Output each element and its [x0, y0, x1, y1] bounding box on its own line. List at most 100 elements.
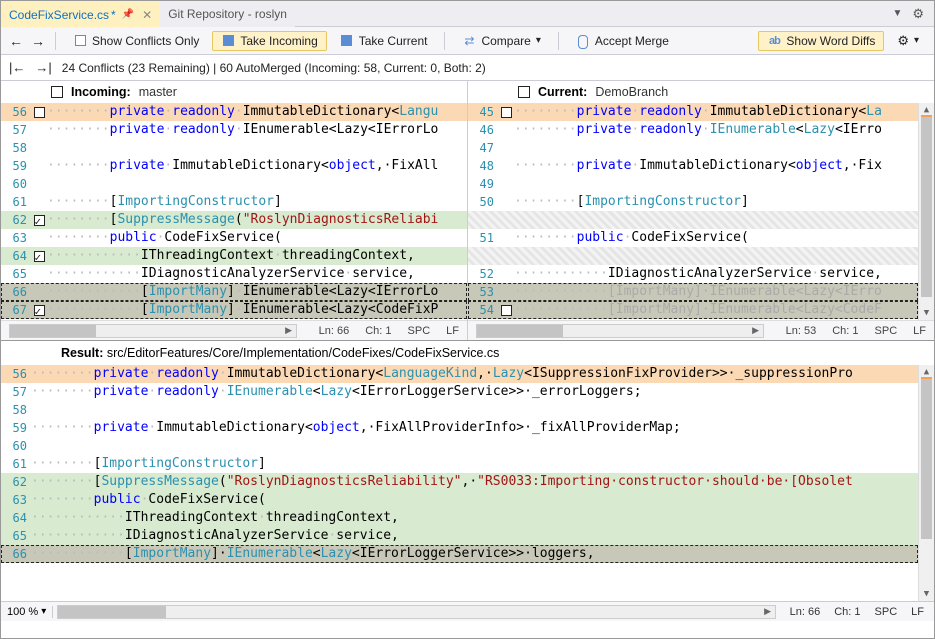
code-line[interactable]: 47 [468, 139, 918, 157]
pin-icon[interactable]: 📌 [122, 9, 134, 20]
line-checkbox[interactable] [34, 305, 45, 316]
code-text: ············IDiagnosticAnalyzerService·s… [514, 265, 918, 283]
line-number: 65 [1, 527, 31, 545]
code-line[interactable]: 61········[ImportingConstructor] [1, 455, 918, 473]
first-conflict-button[interactable]: |← [9, 60, 25, 75]
line-checkbox[interactable] [501, 305, 512, 316]
show-word-diffs-button[interactable]: ab Show Word Diffs [758, 31, 884, 51]
current-header: Current: DemoBranch [468, 81, 934, 103]
code-text: ············IDiagnosticAnalyzerService·s… [31, 527, 918, 545]
line-number: 66 [1, 545, 31, 563]
accept-merge-button[interactable]: Accept Merge [567, 31, 678, 51]
nav-back-button[interactable]: ← [7, 33, 25, 49]
code-line[interactable]: 59 ········private·ImmutableDictionary<ob… [1, 157, 467, 175]
show-conflicts-button[interactable]: Show Conflicts Only [64, 31, 208, 51]
code-line[interactable]: 66 ············[ImportMany]·IEnumerable<L… [1, 283, 467, 301]
nav-forward-button[interactable]: → [29, 33, 47, 49]
code-line[interactable]: 67············[ImportMany]·IEnumerable<L… [1, 301, 467, 319]
code-line[interactable]: 46········private·readonly·IEnumerable<L… [468, 121, 918, 139]
conflicts-icon [73, 34, 87, 48]
v-scrollbar[interactable]: ▲ ▼ [918, 103, 934, 320]
line-number: 57 [1, 383, 31, 401]
incoming-code[interactable]: 56········private·readonly·ImmutableDict… [1, 103, 467, 320]
code-line[interactable]: 62········[SuppressMessage("RoslynDiagno… [1, 473, 918, 491]
code-text: ············[ImportMany]·IEnumerable<Laz… [47, 283, 467, 301]
code-line[interactable]: 50········[ImportingConstructor] [468, 193, 918, 211]
code-line[interactable]: 65············IDiagnosticAnalyzerService… [1, 265, 467, 283]
line-number: 60 [1, 175, 31, 193]
code-line[interactable]: 64············IThreadingContext·threadin… [1, 247, 467, 265]
code-line[interactable]: 54············[ImportMany]·IEnumerable<L… [468, 301, 918, 319]
h-scrollbar[interactable]: ◀▶ [476, 324, 764, 338]
code-text: ········private·readonly·ImmutableDictio… [514, 103, 918, 121]
close-icon[interactable]: ✕ [142, 8, 152, 22]
gear-icon[interactable]: ⚙ [912, 6, 924, 22]
line-checkbox[interactable] [34, 251, 45, 262]
result-code[interactable]: 56········private·readonly·ImmutableDict… [1, 365, 934, 601]
code-line[interactable]: 64············IThreadingContext·threadin… [1, 509, 918, 527]
tab-modified-indicator: * [111, 8, 116, 22]
code-line[interactable]: 45 ········private·readonly·ImmutableDict… [468, 103, 918, 121]
h-scrollbar[interactable]: ◀▶ [9, 324, 297, 338]
line-checkbox-col [31, 305, 47, 316]
line-number: 66 [1, 283, 31, 301]
code-line[interactable]: 57········private·readonly·IEnumerable<L… [1, 383, 918, 401]
tab-git-repo[interactable]: Git Repository - roslyn [160, 1, 295, 27]
tab-codefix[interactable]: CodeFixService.cs* 📌 ✕ [1, 1, 160, 27]
line-number: 58 [1, 139, 31, 157]
v-scrollbar[interactable]: ▲ ▼ [918, 365, 934, 601]
line-number: 53 [468, 283, 498, 301]
code-line[interactable]: 66············[ImportMany]·IEnumerable<L… [1, 545, 918, 563]
current-status: ◀▶ Ln: 53 Ch: 1 SPC LF [468, 320, 934, 340]
next-conflict-button[interactable]: →| [35, 60, 51, 75]
line-number: 45 [468, 103, 498, 121]
code-line[interactable] [468, 211, 918, 229]
code-line[interactable]: 60 [1, 437, 918, 455]
chevron-down-icon[interactable]: ▼ [892, 8, 902, 19]
line-checkbox[interactable] [501, 107, 512, 118]
line-number: 56 [1, 365, 31, 383]
code-text: ········private·readonly·IEnumerable<Laz… [47, 121, 467, 139]
code-line[interactable]: 53············[ImportMany]·IEnumerable<L… [468, 283, 918, 301]
line-number: 59 [1, 157, 31, 175]
zoom-control[interactable]: 100 %▾ [1, 606, 53, 618]
code-line[interactable]: 52 ············IDiagnosticAnalyzerService… [468, 265, 918, 283]
code-line[interactable]: 62········[SuppressMessage("RoslynDiagno… [1, 211, 467, 229]
code-line[interactable] [468, 247, 918, 265]
line-number: 64 [1, 509, 31, 527]
code-text: ········[SuppressMessage("RoslynDiagnost… [31, 473, 918, 491]
settings-button[interactable]: ⚙ ▾ [888, 30, 928, 52]
code-line[interactable]: 63········public·CodeFixService( [1, 491, 918, 509]
code-text: ········public·CodeFixService( [514, 229, 918, 247]
code-line[interactable]: 58 [1, 139, 467, 157]
line-number: 49 [468, 175, 498, 193]
line-number: 47 [468, 139, 498, 157]
merge-toolbar: ← → Show Conflicts Only Take Incoming Ta… [1, 27, 934, 55]
code-text: ········private·ImmutableDictionary<obje… [47, 157, 467, 175]
tab-bar: CodeFixService.cs* 📌 ✕ Git Repository - … [1, 1, 934, 27]
take-current-button[interactable]: Take Current [331, 31, 437, 51]
code-line[interactable]: 65············IDiagnosticAnalyzerService… [1, 527, 918, 545]
compare-button[interactable]: Compare ▾ [453, 31, 549, 51]
code-line[interactable]: 56········private·readonly·ImmutableDict… [1, 365, 918, 383]
code-line[interactable]: 51········public·CodeFixService( [468, 229, 918, 247]
line-number: 52 [468, 265, 498, 283]
code-line[interactable]: 56········private·readonly·ImmutableDict… [1, 103, 467, 121]
take-incoming-button[interactable]: Take Incoming [212, 31, 326, 51]
code-line[interactable]: 59········private·ImmutableDictionary<ob… [1, 419, 918, 437]
current-code[interactable]: 45 ········private·readonly·ImmutableDict… [468, 103, 934, 320]
code-line[interactable]: 48········private·ImmutableDictionary<ob… [468, 157, 918, 175]
code-line[interactable]: 63········public·CodeFixService( [1, 229, 467, 247]
line-checkbox[interactable] [34, 215, 45, 226]
code-line[interactable]: 49 [468, 175, 918, 193]
line-checkbox[interactable] [34, 107, 45, 118]
take-all-current-checkbox[interactable] [518, 86, 530, 98]
code-line[interactable]: 57········private·readonly·IEnumerable<L… [1, 121, 467, 139]
code-line[interactable]: 61········[ImportingConstructor] [1, 193, 467, 211]
code-line[interactable]: 58 [1, 401, 918, 419]
h-scrollbar[interactable]: ◀▶ [57, 605, 775, 619]
code-text: ········private·readonly·ImmutableDictio… [31, 365, 918, 383]
code-text: ············[ImportMany]·IEnumerable<Laz… [47, 301, 467, 319]
code-line[interactable]: 60 [1, 175, 467, 193]
take-all-incoming-checkbox[interactable] [51, 86, 63, 98]
